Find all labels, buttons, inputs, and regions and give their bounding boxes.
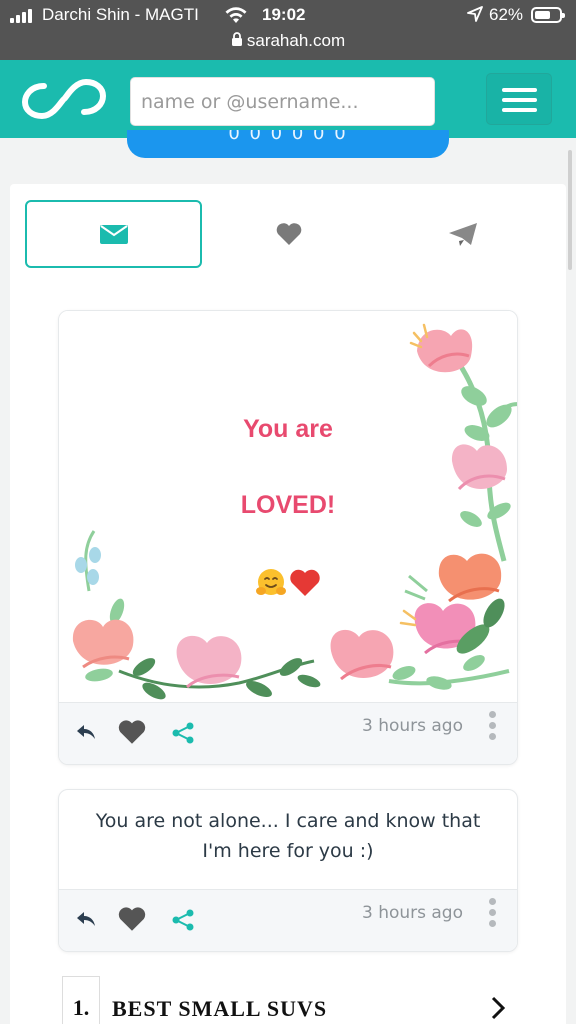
heart-icon bbox=[276, 223, 301, 245]
ad-number: 1. bbox=[62, 976, 100, 1024]
tab-sent[interactable] bbox=[375, 200, 550, 268]
reply-icon[interactable] bbox=[75, 723, 97, 741]
heart-icon[interactable] bbox=[117, 906, 147, 932]
paper-plane-icon bbox=[448, 223, 477, 246]
share-icon[interactable] bbox=[171, 908, 195, 932]
ad-item[interactable]: 1. BEST SMALL SUVS bbox=[62, 976, 512, 1024]
lock-icon bbox=[231, 32, 242, 46]
tab-inbox[interactable] bbox=[25, 200, 202, 268]
messages-panel: You are LOVED! 3 hours ago You are not a… bbox=[10, 184, 566, 1024]
message-card: You are LOVED! 3 hours ago bbox=[58, 310, 518, 765]
heart-icon[interactable] bbox=[117, 719, 147, 745]
more-options-icon[interactable] bbox=[489, 711, 497, 744]
message-actions: 3 hours ago bbox=[59, 889, 517, 951]
chevron-right-icon bbox=[491, 996, 506, 1020]
share-icon[interactable] bbox=[171, 721, 195, 745]
sarahah-logo-icon[interactable] bbox=[22, 76, 106, 122]
url-text: sarahah.com bbox=[246, 31, 346, 50]
battery-icon bbox=[531, 7, 565, 23]
message-card: You are not alone... I care and know tha… bbox=[58, 789, 518, 952]
status-bar: Darchi Shin - MAGTI 19:02 62% sarahah.co… bbox=[0, 0, 576, 60]
more-options-icon[interactable] bbox=[489, 898, 497, 931]
reply-icon[interactable] bbox=[75, 910, 97, 928]
share-profile-button[interactable]: 0 0 0 0 0 0 bbox=[127, 130, 449, 158]
address-bar[interactable]: sarahah.com bbox=[0, 31, 576, 51]
search-input[interactable] bbox=[130, 77, 435, 126]
ad-title: BEST SMALL SUVS bbox=[112, 996, 328, 1021]
menu-button[interactable] bbox=[486, 73, 552, 125]
app-header bbox=[0, 60, 576, 138]
image-text-line2: LOVED! bbox=[240, 491, 336, 519]
battery-percent: 62% bbox=[489, 5, 524, 24]
scrollbar[interactable] bbox=[568, 150, 572, 270]
clock: 19:02 bbox=[262, 5, 306, 24]
message-time: 3 hours ago bbox=[361, 903, 463, 923]
message-time: 3 hours ago bbox=[361, 716, 463, 736]
envelope-icon bbox=[99, 225, 128, 244]
signal-icon bbox=[10, 8, 32, 23]
image-text-line1: You are bbox=[243, 415, 333, 443]
tab-favorites[interactable] bbox=[202, 200, 375, 268]
location-arrow-icon bbox=[467, 6, 483, 22]
wifi-icon bbox=[225, 7, 247, 23]
message-text: You are not alone... I care and know tha… bbox=[95, 810, 481, 862]
message-actions: 3 hours ago bbox=[59, 702, 517, 764]
carrier-name: Darchi Shin - MAGTI bbox=[42, 5, 199, 24]
red-heart-emoji-icon bbox=[290, 569, 320, 596]
hugging-face-emoji-icon bbox=[256, 569, 286, 595]
message-image[interactable]: You are LOVED! bbox=[59, 311, 517, 703]
emoji-group bbox=[255, 567, 321, 599]
